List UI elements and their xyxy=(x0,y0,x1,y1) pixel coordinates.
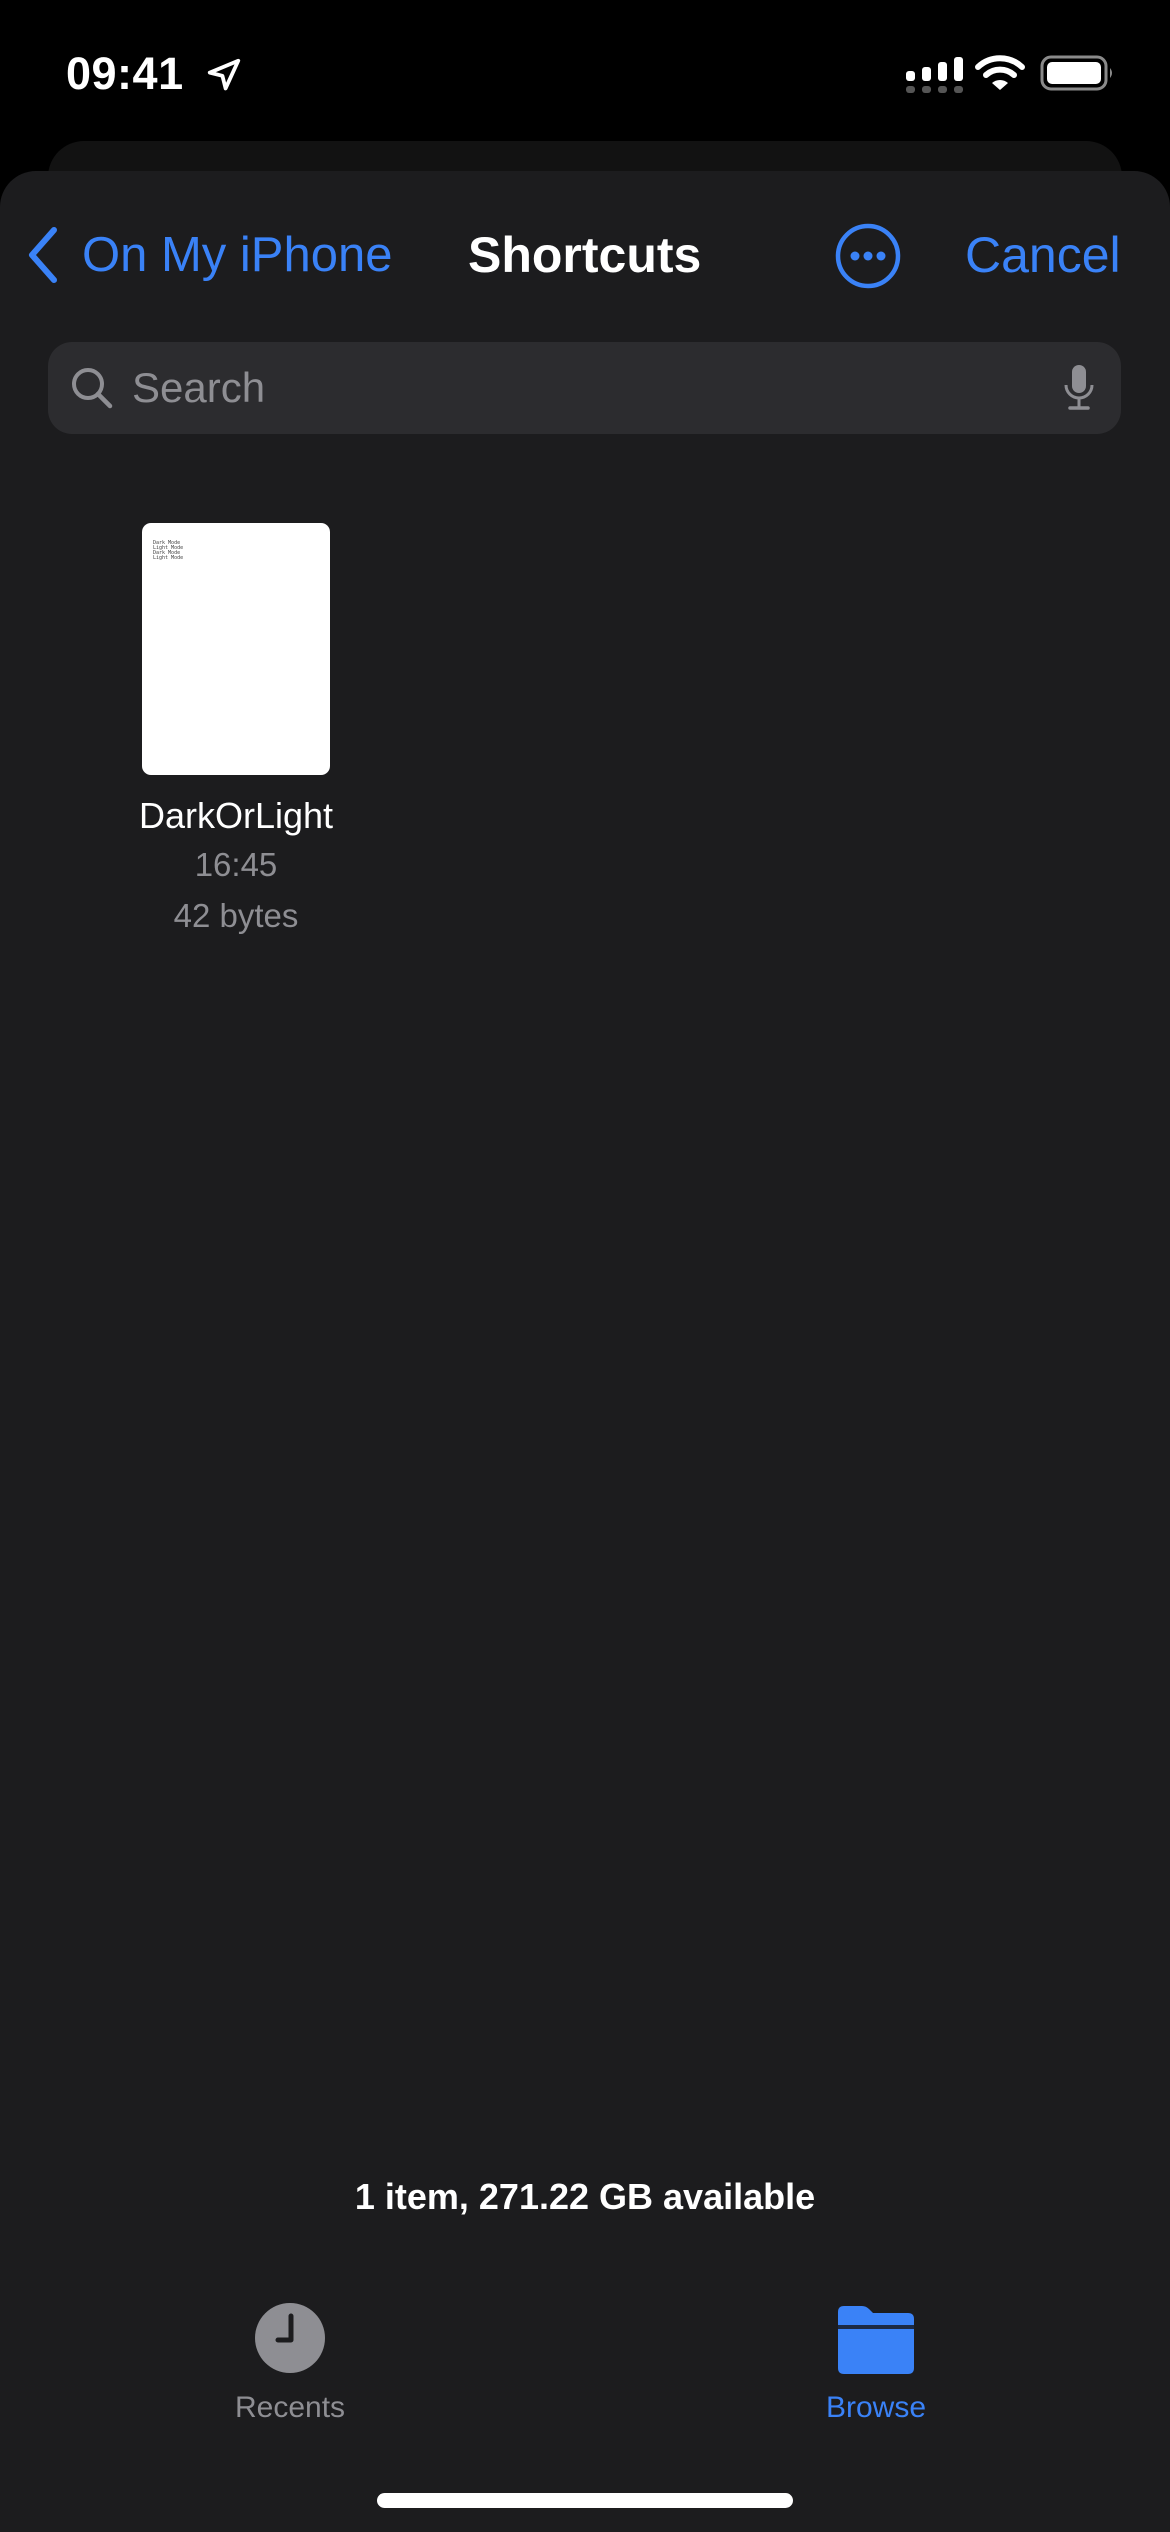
search-field[interactable] xyxy=(48,342,1121,434)
tab-label: Recents xyxy=(234,2391,346,2424)
cancel-button[interactable]: Cancel xyxy=(965,222,1121,288)
ellipsis-circle-icon[interactable] xyxy=(834,222,902,290)
cellular-signal-icon xyxy=(906,57,963,93)
clock-icon xyxy=(255,2303,325,2373)
search-icon xyxy=(72,368,113,409)
file-name: DarkOrLight xyxy=(138,795,334,836)
file-modified-time: 16:45 xyxy=(194,846,278,883)
file-preview-text: Dark Mode Light Mode Dark Mode Light Mod… xyxy=(153,541,183,561)
item-count-status: 1 item, 271.22 GB available xyxy=(354,2176,816,2217)
page-title: Shortcuts xyxy=(468,227,702,283)
screen: 09:41 On My iPhone Shortcuts Cancel Sear… xyxy=(0,0,1170,2532)
status-time: 09:41 xyxy=(66,48,184,99)
microphone-icon[interactable] xyxy=(1063,363,1095,413)
wifi-icon xyxy=(975,55,1025,90)
preview-line: Light Mode xyxy=(153,555,184,561)
home-indicator[interactable] xyxy=(377,2493,793,2508)
chevron-left-icon xyxy=(29,227,57,283)
folder-icon xyxy=(838,2306,914,2374)
file-item[interactable]: Dark Mode Light Mode Dark Mode Light Mod… xyxy=(118,520,354,941)
tab-recents[interactable]: Recents xyxy=(190,2298,390,2428)
search-input[interactable] xyxy=(132,364,1063,412)
file-size: 42 bytes xyxy=(173,897,299,934)
back-label: On My iPhone xyxy=(82,228,393,282)
back-button[interactable]: On My iPhone xyxy=(26,222,393,288)
location-arrow-icon xyxy=(207,58,241,91)
battery-icon xyxy=(1040,55,1112,91)
tab-label: Browse xyxy=(825,2391,927,2424)
file-thumbnail: Dark Mode Light Mode Dark Mode Light Mod… xyxy=(142,523,330,775)
tab-browse[interactable]: Browse xyxy=(776,2298,976,2428)
